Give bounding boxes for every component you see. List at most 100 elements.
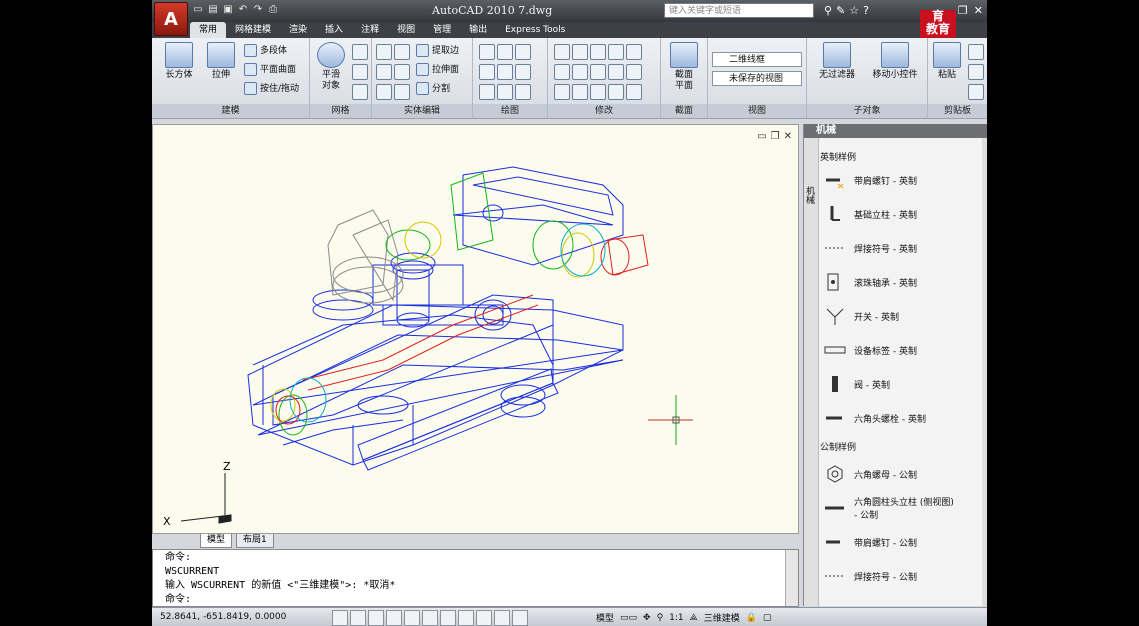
lwt-toggle[interactable] bbox=[494, 610, 510, 626]
save-icon[interactable]: ▣ bbox=[222, 4, 234, 16]
plot-icon[interactable]: ⎙ bbox=[267, 4, 279, 16]
presspull-button[interactable]: 按住/拖动 bbox=[244, 82, 299, 96]
panel-title-modeling[interactable]: 建模 bbox=[152, 104, 309, 118]
ellipse-icon[interactable] bbox=[515, 84, 531, 100]
layout-icon[interactable]: ▭▭ bbox=[620, 613, 637, 623]
stretch-icon[interactable] bbox=[626, 64, 642, 80]
tab-mesh[interactable]: 网格建模 bbox=[226, 22, 280, 38]
paste-button[interactable]: 粘贴 bbox=[930, 42, 964, 81]
drawing-viewport[interactable]: ▭ ❐ ✕ X Z bbox=[152, 124, 799, 534]
extrude-face-button[interactable]: 拉伸面 bbox=[416, 63, 459, 77]
panel-title-solid-edit[interactable]: 实体编辑 bbox=[372, 104, 472, 118]
annotation-scale[interactable]: 1:1 bbox=[669, 613, 683, 623]
star-icon[interactable]: ☆ bbox=[849, 4, 859, 17]
mirror-icon[interactable] bbox=[554, 64, 570, 80]
visual-style-dropdown[interactable]: 二维线框 bbox=[712, 52, 802, 67]
application-menu-button[interactable]: A bbox=[154, 2, 188, 36]
ray-icon[interactable] bbox=[497, 64, 513, 80]
tab-annotate[interactable]: 注释 bbox=[352, 22, 388, 38]
polar-toggle[interactable] bbox=[386, 610, 402, 626]
panel-title-clipboard[interactable]: 剪贴板 bbox=[928, 104, 987, 118]
line-icon[interactable] bbox=[479, 44, 495, 60]
model-space-button[interactable]: 模型 bbox=[596, 611, 614, 624]
panel-title-view[interactable]: 视图 bbox=[708, 104, 806, 118]
smooth-object-button[interactable]: 平滑 对象 bbox=[314, 42, 348, 92]
open-icon[interactable]: ▤ bbox=[207, 4, 219, 16]
subtract-icon[interactable] bbox=[376, 64, 392, 80]
erase-icon[interactable] bbox=[608, 84, 624, 100]
panel-title-subobject[interactable]: 子对象 bbox=[807, 104, 927, 118]
zoom-icon[interactable]: ⚲ bbox=[657, 613, 664, 623]
properties-icon[interactable] bbox=[626, 84, 642, 100]
intersect-icon[interactable] bbox=[376, 84, 392, 100]
ducs-toggle[interactable] bbox=[458, 610, 474, 626]
ortho-toggle[interactable] bbox=[368, 610, 384, 626]
array-icon[interactable] bbox=[572, 44, 588, 60]
palette-item[interactable]: 六角圆柱头立柱 (侧视图) - 公制 bbox=[824, 494, 980, 522]
palette-item[interactable]: 滚珠轴承 - 英制 bbox=[824, 268, 980, 296]
pan-icon[interactable]: ✥ bbox=[643, 613, 651, 623]
mesh-tool-icon[interactable] bbox=[352, 44, 368, 60]
polysolid-button[interactable]: 多段体 bbox=[244, 44, 287, 58]
binoculars-icon[interactable]: ⚲ bbox=[824, 4, 832, 17]
tab-layout1[interactable]: 布局1 bbox=[236, 534, 274, 548]
move-gizmo-button[interactable]: 移动小控件 bbox=[867, 42, 923, 81]
3dosnap-toggle[interactable] bbox=[422, 610, 438, 626]
polygon-icon[interactable] bbox=[479, 84, 495, 100]
extract-edges-button[interactable]: 提取边 bbox=[416, 44, 459, 58]
polyline-icon[interactable] bbox=[497, 44, 513, 60]
palette-item[interactable]: 基础立柱 - 英制 bbox=[824, 200, 980, 228]
rotate-icon[interactable] bbox=[572, 64, 588, 80]
restore-icon[interactable]: ❐ bbox=[958, 4, 968, 17]
panel-title-modify[interactable]: 修改 bbox=[548, 104, 660, 118]
offset-icon[interactable] bbox=[590, 64, 606, 80]
palette-side-tab[interactable]: 机械 bbox=[804, 138, 819, 606]
union-icon[interactable] bbox=[376, 44, 392, 60]
palette-item[interactable]: 开关 - 英制 bbox=[824, 302, 980, 330]
panel-title-section[interactable]: 截面 bbox=[661, 104, 707, 118]
tools-icon[interactable]: ✎ bbox=[836, 4, 845, 17]
spline-icon[interactable] bbox=[479, 64, 495, 80]
redo-icon[interactable]: ↷ bbox=[252, 4, 264, 16]
undo-icon[interactable]: ↶ bbox=[237, 4, 249, 16]
palette-item[interactable]: 焊接符号 - 公制 bbox=[824, 562, 980, 590]
separate-button[interactable]: 分割 bbox=[416, 82, 450, 96]
copy-icon[interactable] bbox=[608, 44, 624, 60]
extrude-button[interactable]: 拉伸 bbox=[204, 42, 238, 81]
panel-title-draw[interactable]: 绘图 bbox=[473, 104, 547, 118]
fillet-icon[interactable] bbox=[554, 44, 570, 60]
palette-item[interactable]: 设备标签 - 英制 bbox=[824, 336, 980, 364]
otrack-toggle[interactable] bbox=[440, 610, 456, 626]
help-icon[interactable]: ? bbox=[863, 4, 869, 17]
palette-item[interactable]: 带肩螺钉 - 英制 bbox=[824, 166, 980, 194]
solid-tool-icon[interactable] bbox=[394, 84, 410, 100]
palette-item[interactable]: 六角头螺栓 - 英制 bbox=[824, 404, 980, 432]
grid-toggle[interactable] bbox=[350, 610, 366, 626]
rectangle-icon[interactable] bbox=[497, 84, 513, 100]
copy-clip-icon[interactable] bbox=[968, 64, 984, 80]
dyn-toggle[interactable] bbox=[476, 610, 492, 626]
palette-item[interactable]: 阀 - 英制 bbox=[824, 370, 980, 398]
command-scrollbar[interactable] bbox=[785, 550, 798, 606]
arc-icon[interactable] bbox=[515, 44, 531, 60]
tab-express-tools[interactable]: Express Tools bbox=[496, 22, 574, 38]
search-input[interactable]: 键入关键字或短语 bbox=[664, 3, 814, 18]
tab-model[interactable]: 模型 bbox=[200, 534, 233, 548]
new-icon[interactable]: ▭ bbox=[192, 4, 204, 16]
tab-view[interactable]: 视图 bbox=[388, 22, 424, 38]
solid-tool-icon[interactable] bbox=[394, 64, 410, 80]
array3d-icon[interactable] bbox=[554, 84, 570, 100]
cut-icon[interactable] bbox=[968, 44, 984, 60]
tab-manage[interactable]: 管理 bbox=[424, 22, 460, 38]
lock-icon[interactable]: 🔒 bbox=[746, 613, 757, 623]
tab-output[interactable]: 输出 bbox=[460, 22, 496, 38]
match-icon[interactable] bbox=[968, 84, 984, 100]
mesh-tool-icon[interactable] bbox=[352, 64, 368, 80]
scale-icon[interactable] bbox=[608, 64, 624, 80]
tab-render[interactable]: 渲染 bbox=[280, 22, 316, 38]
box-button[interactable]: 长方体 bbox=[162, 42, 196, 81]
explode-icon[interactable] bbox=[590, 84, 606, 100]
mesh-tool-icon[interactable] bbox=[352, 84, 368, 100]
align-icon[interactable] bbox=[572, 84, 588, 100]
clean-screen-icon[interactable]: ▢ bbox=[763, 613, 772, 623]
